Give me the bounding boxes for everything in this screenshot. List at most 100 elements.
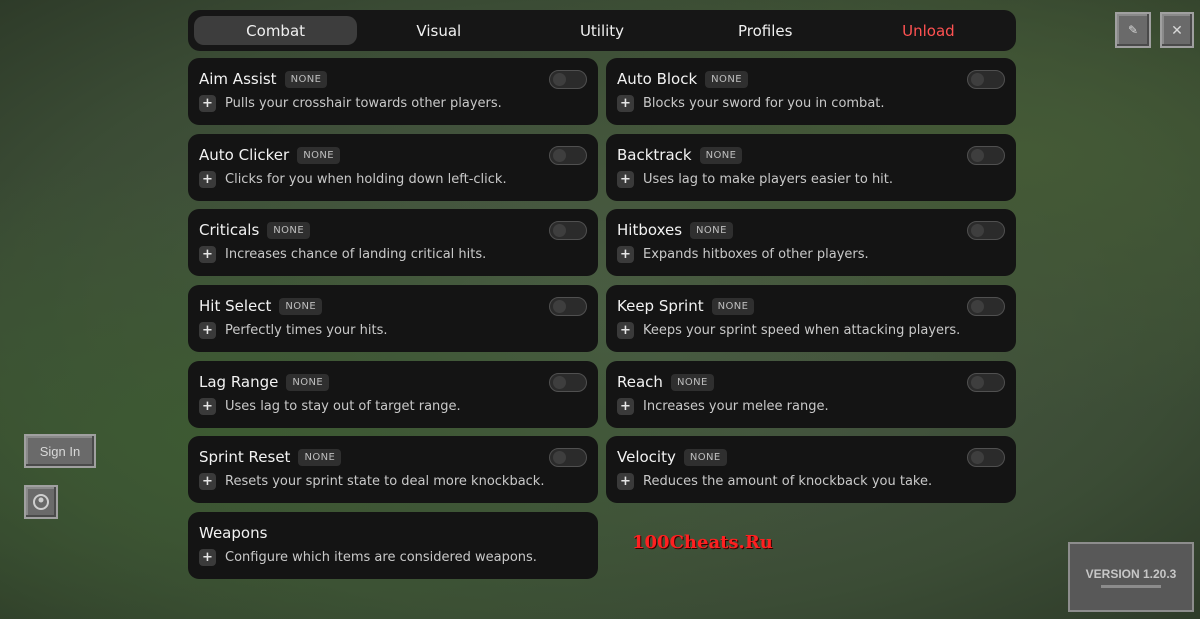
tab-utility[interactable]: Utility (520, 16, 683, 45)
keybind-badge[interactable]: NONE (286, 373, 330, 391)
module-toggle[interactable] (967, 69, 1005, 89)
toggle-knob (971, 223, 984, 237)
module-card-keep-sprint: Keep Sprint NONE + Keeps your sprint spe… (606, 285, 1016, 352)
keybind-badge[interactable]: NONE (267, 221, 311, 239)
expand-plus-icon[interactable]: + (199, 322, 216, 339)
tab-visual[interactable]: Visual (357, 16, 520, 45)
toggle-knob (553, 450, 566, 464)
expand-plus-icon[interactable]: + (617, 398, 634, 415)
keybind-badge[interactable]: NONE (298, 448, 342, 466)
module-toggle[interactable] (549, 69, 587, 89)
keybind-badge[interactable]: NONE (297, 146, 340, 164)
version-bar (1101, 584, 1161, 588)
module-card-hitboxes: Hitboxes NONE + Expands hitboxes of othe… (606, 209, 1016, 276)
module-card-aim-assist: Aim Assist NONE + Pulls your crosshair t… (188, 58, 598, 125)
module-card-sprint-reset: Sprint Reset NONE + Resets your sprint s… (188, 436, 598, 503)
expand-plus-icon[interactable]: + (617, 171, 634, 188)
module-toggle[interactable] (549, 372, 587, 392)
module-toggle[interactable] (549, 145, 587, 165)
module-description: Uses lag to stay out of target range. (225, 399, 461, 414)
pencil-icon: ✎ (1127, 23, 1139, 37)
account-icon-button[interactable] (24, 485, 58, 519)
expand-plus-icon[interactable]: + (199, 246, 216, 263)
tab-profiles[interactable]: Profiles (684, 16, 847, 45)
module-card-auto-clicker: Auto Clicker NONE + Clicks for you when … (188, 134, 598, 201)
tab-unload[interactable]: Unload (847, 16, 1010, 45)
module-title: Keep Sprint (617, 297, 704, 315)
expand-plus-icon[interactable]: + (199, 398, 216, 415)
expand-plus-icon[interactable]: + (617, 95, 634, 112)
module-toggle[interactable] (967, 145, 1005, 165)
module-toggle[interactable] (967, 372, 1005, 392)
module-card-criticals: Criticals NONE + Increases chance of lan… (188, 209, 598, 276)
module-description: Blocks your sword for you in combat. (643, 96, 885, 111)
module-title: Criticals (199, 221, 260, 239)
tab-bar: Combat Visual Utility Profiles Unload (188, 10, 1016, 51)
tab-combat[interactable]: Combat (194, 16, 358, 45)
module-description: Keeps your sprint speed when attacking p… (643, 323, 961, 338)
expand-plus-icon[interactable]: + (199, 95, 216, 112)
expand-plus-icon[interactable]: + (199, 473, 216, 490)
module-title: Hitboxes (617, 221, 683, 239)
keybind-badge[interactable]: NONE (699, 146, 743, 164)
module-title: Backtrack (617, 146, 692, 164)
module-description: Increases chance of landing critical hit… (225, 247, 487, 262)
module-description: Resets your sprint state to deal more kn… (225, 474, 545, 489)
toggle-knob (971, 148, 984, 162)
toggle-knob (971, 450, 984, 464)
toggle-knob (971, 375, 984, 389)
module-card-backtrack: Backtrack NONE + Uses lag to make player… (606, 134, 1016, 201)
module-description: Reduces the amount of knockback you take… (643, 474, 933, 489)
version-label: VERSION 1.20.3 (1085, 566, 1177, 581)
module-toggle[interactable] (967, 447, 1005, 467)
module-description: Pulls your crosshair towards other playe… (225, 96, 502, 111)
toggle-knob (553, 375, 566, 389)
toggle-knob (971, 72, 984, 86)
version-box: VERSION 1.20.3 (1068, 542, 1194, 612)
module-toggle[interactable] (549, 296, 587, 316)
module-card-velocity: Velocity NONE + Reduces the amount of kn… (606, 436, 1016, 503)
toggle-knob (553, 72, 566, 86)
background-top-button[interactable]: ✎ (1115, 12, 1151, 48)
expand-plus-icon[interactable]: + (199, 549, 216, 566)
module-description: Increases your melee range. (643, 399, 829, 414)
keybind-badge[interactable]: NONE (279, 297, 323, 315)
module-card-auto-block: Auto Block NONE + Blocks your sword for … (606, 58, 1016, 125)
keybind-badge[interactable]: NONE (284, 70, 328, 88)
module-toggle[interactable] (549, 220, 587, 240)
module-toggle[interactable] (549, 447, 587, 467)
toggle-knob (553, 223, 566, 237)
keybind-badge[interactable]: NONE (670, 373, 714, 391)
toggle-knob (971, 299, 984, 313)
toggle-knob (553, 148, 566, 162)
module-description: Configure which items are considered wea… (225, 550, 537, 565)
keybind-badge[interactable]: NONE (711, 297, 755, 315)
keybind-badge[interactable]: NONE (705, 70, 748, 88)
expand-plus-icon[interactable]: + (617, 473, 634, 490)
background-close-button[interactable]: ✕ (1160, 12, 1194, 48)
module-title: Lag Range (199, 373, 279, 391)
expand-plus-icon[interactable]: + (617, 246, 634, 263)
module-toggle[interactable] (967, 296, 1005, 316)
toggle-knob (553, 299, 566, 313)
module-title: Aim Assist (199, 70, 277, 88)
module-title: Velocity (617, 448, 676, 466)
account-icon (33, 494, 49, 510)
module-toggle[interactable] (967, 220, 1005, 240)
keybind-badge[interactable]: NONE (683, 448, 727, 466)
module-description: Clicks for you when holding down left-cl… (225, 172, 507, 187)
keybind-badge[interactable]: NONE (690, 221, 733, 239)
module-card-reach: Reach NONE + Increases your melee range. (606, 361, 1016, 428)
expand-plus-icon[interactable]: + (199, 171, 216, 188)
module-title: Sprint Reset (199, 448, 291, 466)
module-card-lag-range: Lag Range NONE + Uses lag to stay out of… (188, 361, 598, 428)
module-description: Uses lag to make players easier to hit. (643, 172, 894, 187)
module-title: Reach (617, 373, 663, 391)
module-title: Hit Select (199, 297, 272, 315)
module-title: Auto Clicker (199, 146, 290, 164)
module-description: Expands hitboxes of other players. (643, 247, 869, 262)
module-title: Auto Block (617, 70, 698, 88)
expand-plus-icon[interactable]: + (617, 322, 634, 339)
sign-in-button[interactable]: Sign In (24, 434, 96, 468)
module-title: Weapons (199, 524, 268, 542)
